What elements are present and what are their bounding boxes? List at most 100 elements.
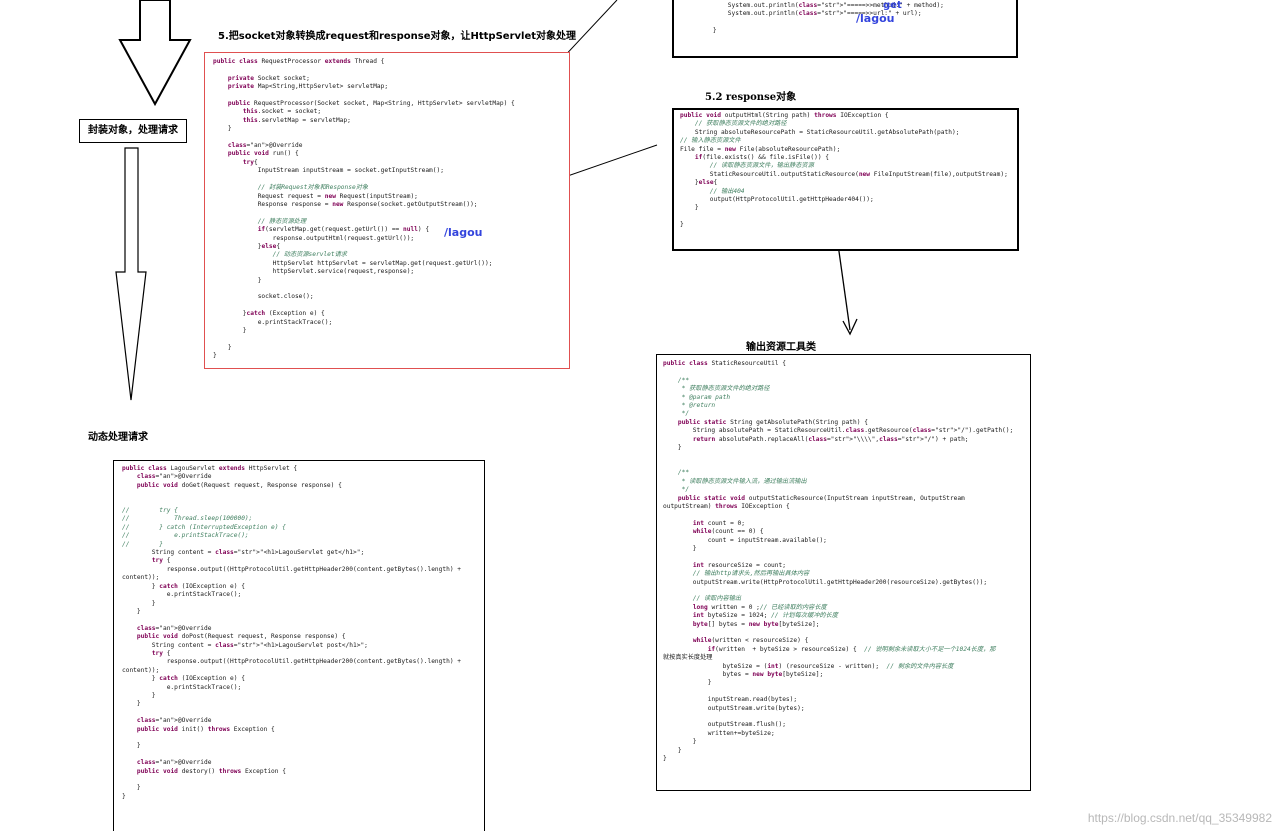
code-line: outputStream.flush();: [663, 721, 786, 729]
code-line: e.printStackTrace();: [213, 318, 333, 326]
code-line: byte[] bytes = new byte[byteSize];: [692, 620, 820, 628]
code-line: 就按真实长度处理: [663, 654, 713, 662]
code-line: * @param path: [663, 393, 731, 401]
annotation-get: get: [883, 0, 902, 11]
code-line: httpServlet.service(request,response);: [213, 268, 415, 276]
code-line: }catch (Exception e) {: [213, 310, 325, 318]
code-line: try {: [151, 649, 171, 657]
code-line: }else{: [213, 242, 281, 250]
code-line: int count = 0;: [692, 519, 745, 527]
code-line: e.printStackTrace();: [122, 683, 242, 691]
code-line: // Thread.sleep(100000);: [122, 515, 253, 523]
annotation-lagou-top: /lagou: [856, 12, 895, 25]
code-line: public static void outputStaticResource(…: [677, 494, 965, 502]
watermark: https://blog.csdn.net/qq_35349982: [1087, 811, 1272, 825]
code-line: byteSize = (int) (resourceSize - written…: [663, 662, 954, 670]
code-line: // } catch (InterruptedException e) {: [122, 523, 286, 531]
code-line: public void doGet(Request request, Respo…: [136, 481, 342, 489]
code-line: content));: [122, 574, 160, 582]
code-line: // 读取静态资源文件，输出静态资源: [680, 162, 814, 170]
code-line: }: [122, 691, 156, 699]
code-line: private Socket socket;: [227, 74, 310, 82]
code-line: }: [213, 343, 232, 351]
code-line: }: [663, 444, 682, 452]
code-line: }: [680, 221, 684, 229]
code-line: /**: [663, 376, 690, 384]
code-line: public class RequestProcessor extends Th…: [213, 58, 385, 65]
code-line: public void run() {: [227, 150, 299, 158]
code-line: // 输出404: [680, 187, 745, 195]
code-line: public void outputHtml(String path) thro…: [680, 112, 889, 119]
code-line: outputStream) throws IOException {: [663, 502, 790, 510]
code-line: String content = class="str">"<h1>LagouS…: [122, 549, 365, 557]
code-line: // try {: [122, 507, 178, 515]
annotation-lagou-mid: /lagou: [444, 226, 483, 239]
code-line: int resourceSize = count;: [692, 561, 786, 569]
code-line: * @return: [663, 402, 716, 410]
code-line: } catch (IOException e) {: [122, 582, 245, 590]
code-line: }: [698, 27, 717, 35]
code-line: public class StaticResourceUtil {: [663, 360, 786, 367]
code-line: }: [213, 352, 217, 360]
code-line: public void init() throws Exception {: [136, 725, 275, 733]
code-line: class="an">@Override: [136, 473, 212, 481]
code-line: StaticResourceUtil.outputStaticResource(…: [680, 170, 1008, 178]
code-line: }: [663, 755, 667, 763]
code-line: }: [213, 276, 262, 284]
code-line: long written = 0 ;// 已经读取的内容长度: [692, 603, 827, 611]
big-down-arrow: [118, 0, 192, 107]
top-partial-code-box: System.out.println(class="str">"=====>>m…: [672, 0, 1018, 58]
code-line: class="an">@Override: [136, 717, 212, 725]
code-line: * 获取静态资源文件的绝对路径: [663, 385, 770, 393]
code-line: try{: [242, 158, 258, 166]
code-line: bytes = new byte[byteSize];: [663, 671, 824, 679]
code-line: }: [122, 599, 156, 607]
code-line: }: [213, 327, 247, 334]
code-line: }: [663, 746, 682, 754]
request-processor-code-box: public class RequestProcessor extends Th…: [204, 52, 570, 369]
code-line: outputStream.write(bytes);: [663, 704, 805, 712]
code-line: // 静态资源处理: [213, 217, 307, 225]
static-resource-util-code: public class StaticResourceUtil { /** * …: [663, 360, 1030, 764]
code-line: return absolutePath.replaceAll(class="st…: [692, 435, 969, 443]
output-html-code: public void outputHtml(String path) thro…: [680, 112, 1017, 230]
code-line: public void destory() throws Exception {: [136, 767, 286, 775]
code-line: /**: [663, 469, 690, 477]
code-line: System.out.println(class="str">"=====>>m…: [698, 2, 944, 9]
code-line: InputStream inputStream = socket.getInpu…: [213, 167, 444, 175]
code-line: response.output((HttpProtocolUtil.getHtt…: [122, 565, 461, 573]
code-line: content));: [122, 666, 160, 674]
code-line: File file = new File(absoluteResourcePat…: [680, 145, 841, 153]
code-line: // 输入静态资源文件: [680, 137, 741, 145]
code-line: */: [663, 486, 690, 494]
code-line: } catch (IOException e) {: [122, 675, 245, 683]
code-line: public void doPost(Request request, Resp…: [136, 633, 346, 641]
code-line: response.output((HttpProtocolUtil.getHtt…: [122, 658, 461, 666]
code-line: class="an">@Override: [136, 624, 212, 632]
code-line: outputStream.write(HttpProtocolUtil.getH…: [663, 578, 988, 586]
code-line: }: [122, 784, 141, 792]
code-line: }: [663, 679, 712, 687]
encapsulate-label: 封装对象，处理请求: [79, 119, 187, 143]
code-line: // 输出http请求头,然后再输出具体内容: [663, 570, 810, 578]
code-line: // 获取静态资源文件的绝对路径: [680, 120, 787, 128]
code-line: }: [122, 792, 126, 800]
code-line: * 读取静态资源文件输入流，通过输出流输出: [663, 477, 807, 485]
code-line: class="an">@Override: [227, 142, 303, 150]
code-line: HttpServlet httpServlet = servletMap.get…: [213, 259, 493, 267]
code-line: int byteSize = 1024; // 计划每次缓冲的长度: [692, 612, 838, 620]
code-line: inputStream.read(bytes);: [663, 696, 798, 704]
code-line: }: [122, 742, 141, 750]
code-line: // 封装Request对象和Response对象: [213, 184, 369, 192]
code-line: if(file.exists() && file.isFile()) {: [694, 154, 830, 162]
code-line: }: [122, 700, 141, 708]
code-line: response.outputHtml(request.getUrl());: [213, 234, 415, 242]
lagou-servlet-code: public class LagouServlet extends HttpSe…: [122, 465, 484, 801]
code-line: this.servletMap = servletMap;: [242, 116, 351, 124]
code-line: }: [122, 607, 141, 615]
code-line: String content = class="str">"<h1>LagouS…: [122, 641, 368, 649]
code-line: }: [663, 738, 697, 746]
code-line: private Map<String,HttpServlet> servletM…: [227, 83, 389, 91]
code-line: public static String getAbsolutePath(Str…: [677, 418, 868, 426]
code-line: public RequestProcessor(Socket socket, M…: [227, 100, 515, 108]
